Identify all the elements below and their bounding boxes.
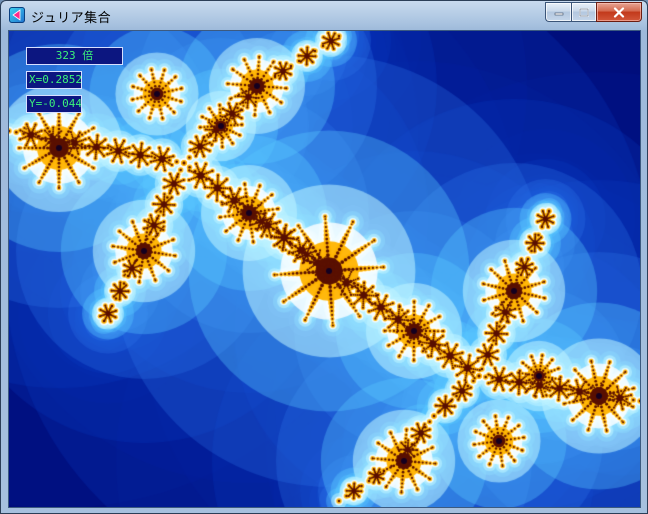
zoom-readout: 323 倍 — [26, 47, 123, 65]
fractal-view[interactable]: 323 倍 X=0.2852 Y=-0.0441 — [8, 30, 641, 508]
minimize-button[interactable] — [545, 2, 571, 22]
window-title: ジュリア集合 — [31, 11, 112, 26]
close-icon — [613, 6, 625, 18]
julia-app-icon[interactable] — [9, 7, 25, 23]
close-button[interactable] — [596, 2, 642, 22]
minimize-icon — [554, 12, 563, 16]
title-bar[interactable]: ジュリア集合 — [1, 1, 647, 29]
caption-buttons — [545, 2, 642, 22]
app-window: ジュリア集合 323 倍 X=0.2852 Y=-0.0441 — [0, 0, 648, 514]
y-coordinate-readout: Y=-0.0441 — [26, 95, 82, 113]
x-coordinate-readout: X=0.2852 — [26, 71, 82, 89]
maximize-icon — [579, 7, 589, 17]
julia-set-canvas[interactable] — [9, 31, 640, 507]
maximize-button[interactable] — [571, 2, 596, 22]
